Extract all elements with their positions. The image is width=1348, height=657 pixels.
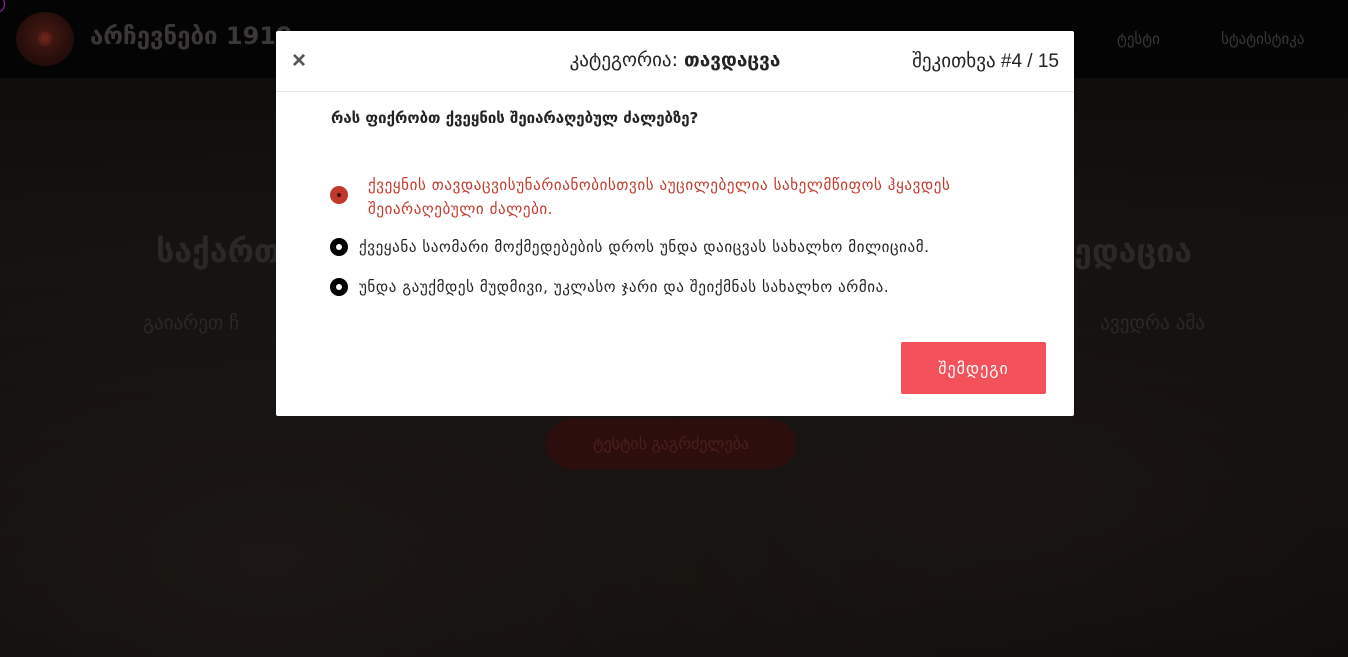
radio-icon[interactable] xyxy=(330,238,348,256)
site-logo[interactable]: ✺ xyxy=(16,12,74,66)
answer-option-3[interactable]: უნდა გაუქმდეს მუდმივი, უკლასო ჯარი და შე… xyxy=(330,275,889,299)
site-title[interactable]: არჩევნები 1919 xyxy=(90,22,293,50)
hero-title-right: ედაცია xyxy=(1074,232,1192,270)
hero-subtitle-left: გაიარეთ ჩ xyxy=(143,312,240,334)
hero-subtitle-right: ავედრა ამა xyxy=(1100,312,1205,334)
answer-option-text: უნდა გაუქმდეს მუდმივი, უკლასო ჯარი და შე… xyxy=(359,278,890,296)
question-counter-label: შეკითხვა xyxy=(912,50,996,72)
question-counter: შეკითხვა #4 / 15 xyxy=(912,50,1059,73)
answer-option-1[interactable]: ქვეყნის თავდაცვისუნარიანობისთვის აუცილებ… xyxy=(330,173,950,221)
hero-title-left: საქართ xyxy=(156,232,281,270)
nav-item-test[interactable]: ტესტი xyxy=(1117,30,1160,48)
modal-header: × კატეგორია: თავდაცვა შეკითხვა #4 / 15 xyxy=(276,31,1074,92)
radio-selected-icon[interactable] xyxy=(330,186,348,204)
next-button[interactable]: შემდეგი xyxy=(901,342,1046,394)
answer-option-text-line-1: ქვეყნის თავდაცვისუნარიანობისთვის აუცილებ… xyxy=(368,176,951,194)
answer-option-text: ქვეყნის თავდაცვისუნარიანობისთვის აუცილებ… xyxy=(368,173,950,221)
continue-test-button: ტესტის გაგრძელება xyxy=(546,419,796,469)
answer-option-text-line-2: შეიარაღებული ძალები. xyxy=(368,200,554,218)
radio-icon[interactable] xyxy=(330,278,348,296)
answer-option-2[interactable]: ქვეყანა საომარი მოქმედებების დროს უნდა დ… xyxy=(330,235,930,259)
category-label: კატეგორია: xyxy=(569,49,678,71)
question-modal: × კატეგორია: თავდაცვა შეკითხვა #4 / 15 რ… xyxy=(276,31,1074,416)
answer-option-text: ქვეყანა საომარი მოქმედებების დროს უნდა დ… xyxy=(359,238,930,256)
question-counter-value: #4 / 15 xyxy=(1000,51,1059,72)
nav-item-statistics[interactable]: სტატისტიკა xyxy=(1221,30,1305,48)
question-text: რას ფიქრობთ ქვეყნის შეიარაღებულ ძალებზე? xyxy=(331,109,699,127)
category-value: თავდაცვა xyxy=(684,49,781,71)
